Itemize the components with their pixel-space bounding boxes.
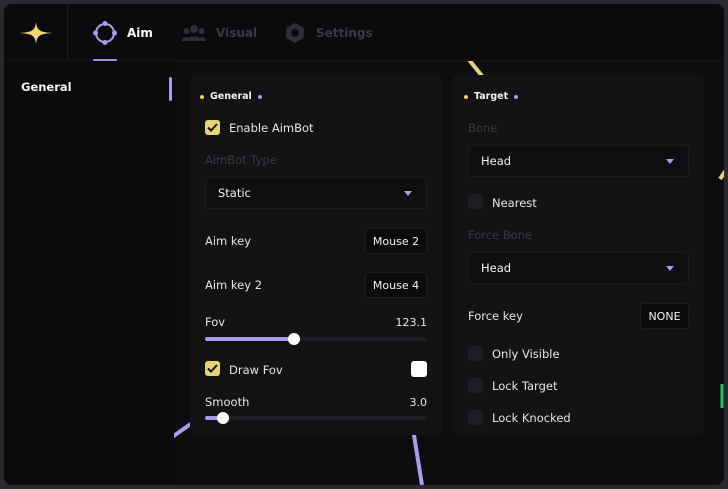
tab-visual[interactable]: Visual — [182, 4, 257, 61]
force-key-button[interactable]: NONE — [640, 303, 689, 329]
title-dot-purple — [514, 94, 519, 99]
sidebar-active-indicator — [169, 77, 172, 101]
title-dot-yellow — [464, 94, 468, 99]
aimbot-type-value: Static — [218, 186, 251, 200]
draw-fov-checkbox[interactable] — [205, 361, 220, 376]
enable-aimbot-label: Enable AimBot — [229, 121, 314, 135]
only-visible-checkbox[interactable] — [468, 346, 483, 361]
smooth-value: 3.0 — [409, 396, 428, 409]
app-window: Aim Visual Settings General General Enab… — [4, 4, 724, 485]
draw-fov-label: Draw Fov — [229, 363, 283, 377]
bone-dropdown[interactable]: Head — [468, 145, 689, 177]
checkmark-icon — [207, 364, 218, 373]
chevron-down-icon — [404, 191, 412, 196]
general-panel-header: General — [200, 91, 262, 102]
force-bone-label: Force Bone — [468, 228, 533, 242]
lock-knocked-label: Lock Knocked — [492, 411, 571, 425]
crosshair-icon — [93, 20, 117, 45]
fov-slider-thumb[interactable] — [287, 333, 300, 345]
fov-color-swatch[interactable] — [411, 361, 427, 377]
lock-target-checkbox[interactable] — [468, 378, 483, 393]
smooth-slider-thumb[interactable] — [216, 412, 229, 424]
nearest-label: Nearest — [492, 196, 537, 210]
tab-settings-label: Settings — [316, 25, 373, 40]
sparkle-logo-icon — [19, 21, 52, 44]
aimbot-type-dropdown[interactable]: Static — [205, 177, 427, 209]
aim-key-2-label: Aim key 2 — [205, 278, 263, 292]
bone-label: Bone — [468, 121, 498, 135]
aimbot-type-label: AimBot Type — [205, 153, 277, 167]
aim-key-button[interactable]: Mouse 2 — [365, 228, 427, 254]
general-panel: General Enable AimBot AimBot Type Static… — [190, 75, 443, 435]
top-bar: Aim Visual Settings — [4, 4, 724, 61]
fov-slider-fill — [205, 337, 294, 341]
only-visible-label: Only Visible — [492, 347, 560, 361]
smooth-slider[interactable] — [205, 412, 427, 424]
tab-visual-label: Visual — [216, 25, 258, 40]
fov-label: Fov — [205, 315, 226, 329]
target-panel-header: Target — [464, 91, 519, 102]
aim-key-label: Aim key — [205, 234, 252, 248]
aim-key-2-button[interactable]: Mouse 4 — [365, 272, 427, 298]
force-key-label: Force key — [468, 309, 523, 323]
nearest-checkbox[interactable] — [468, 194, 483, 209]
sidebar: General — [4, 61, 174, 485]
sidebar-item-general[interactable]: General — [21, 80, 72, 94]
chevron-down-icon — [666, 159, 674, 164]
fov-value: 123.1 — [395, 316, 428, 329]
lock-knocked-checkbox[interactable] — [468, 410, 483, 425]
bg-line-yellow-right — [718, 169, 724, 181]
tab-aim-label: Aim — [127, 25, 153, 40]
tab-aim[interactable]: Aim — [93, 4, 155, 61]
chevron-down-icon — [666, 266, 674, 271]
lock-target-label: Lock Target — [492, 379, 558, 393]
general-panel-title: General — [210, 91, 252, 102]
tab-settings[interactable]: Settings — [284, 4, 373, 61]
users-icon — [182, 23, 206, 43]
checkmark-icon — [207, 123, 218, 132]
target-panel: Target Bone Head Nearest Force Bone Head… — [452, 75, 704, 435]
title-dot-purple — [257, 94, 262, 99]
force-bone-dropdown[interactable]: Head — [468, 252, 689, 284]
bone-value: Head — [481, 154, 512, 168]
target-panel-title: Target — [474, 91, 509, 102]
gear-icon — [284, 22, 306, 44]
logo — [4, 4, 68, 61]
enable-aimbot-checkbox[interactable] — [205, 120, 220, 135]
fov-slider[interactable] — [205, 333, 427, 345]
title-dot-yellow — [200, 94, 204, 99]
smooth-label: Smooth — [205, 395, 250, 409]
force-bone-value: Head — [481, 261, 512, 275]
